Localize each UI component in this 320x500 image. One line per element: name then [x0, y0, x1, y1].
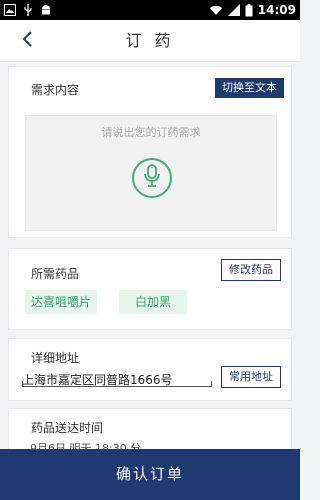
- app-header: 订 药: [0, 20, 300, 62]
- voice-input-area[interactable]: 请说出您的订药需求: [25, 115, 277, 231]
- address-underline-tick: [211, 381, 212, 387]
- android-icon: [40, 4, 52, 16]
- request-card: 需求内容 切换至文本 请说出您的订药需求: [8, 66, 292, 238]
- medicines-card: 所需药品 修改药品: [8, 248, 292, 330]
- confirm-order-button[interactable]: 确认订单: [0, 449, 300, 500]
- medicine-tag[interactable]: 达喜咀嚼片: [25, 290, 97, 314]
- switch-to-text-button[interactable]: 切换至文本: [215, 78, 284, 98]
- address-underline-tick: [22, 381, 23, 387]
- wifi-icon: [209, 4, 223, 16]
- image-icon: [4, 4, 16, 16]
- status-bar: 14:09: [0, 0, 300, 20]
- address-title: 详细地址: [31, 351, 80, 365]
- page-title: 订 药: [125, 31, 175, 50]
- delivery-title: 药品送达时间: [31, 421, 104, 435]
- common-address-button[interactable]: 常用地址: [221, 366, 281, 388]
- usb-icon: [22, 4, 34, 16]
- edit-medicines-button[interactable]: 修改药品: [221, 259, 281, 281]
- medicine-tag[interactable]: 白加黑: [119, 290, 187, 314]
- status-time: 14:09: [257, 3, 296, 17]
- voice-hint: 请说出您的订药需求: [101, 126, 201, 139]
- microphone-button[interactable]: [132, 158, 172, 198]
- address-card: 详细地址 常用地址: [8, 338, 292, 401]
- battery-icon: [245, 3, 253, 17]
- signal-icon: [227, 4, 240, 16]
- medicines-title: 所需药品: [31, 267, 80, 281]
- request-title: 需求内容: [31, 83, 80, 97]
- microphone-icon: [143, 164, 161, 192]
- address-underline: [22, 386, 212, 387]
